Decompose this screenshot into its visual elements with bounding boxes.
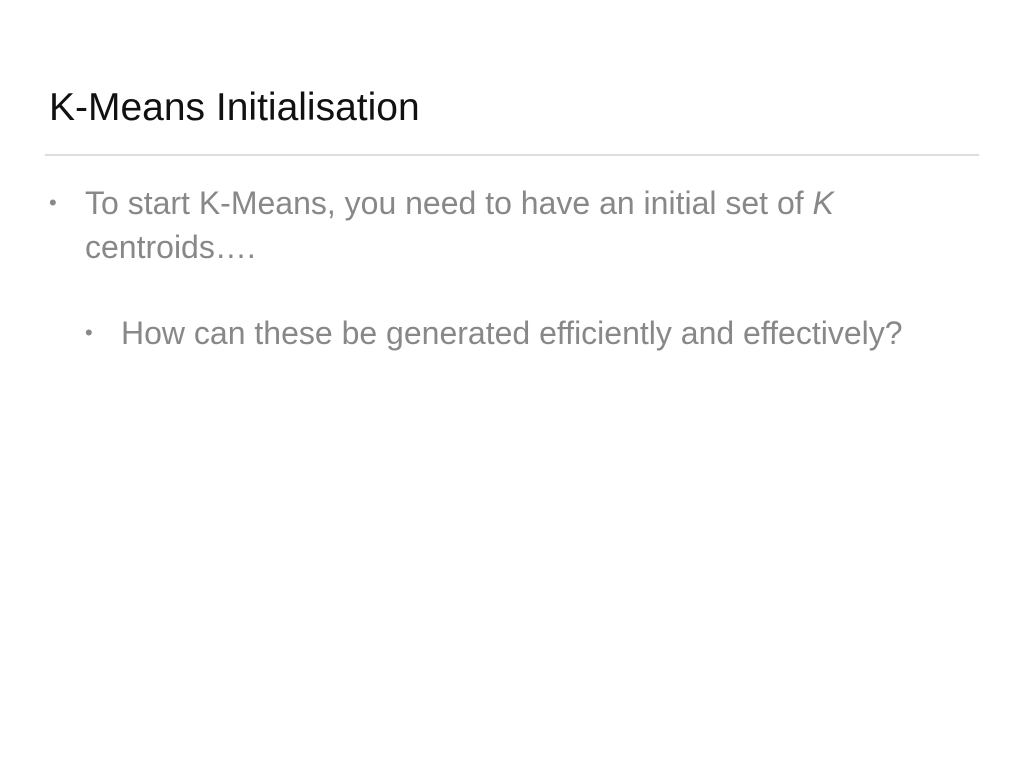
bullet-text-italic-k: K <box>812 185 834 221</box>
sub-bullet-item: • How can these be generated efficiently… <box>85 311 985 355</box>
slide: K-Means Initialisation • To start K-Mean… <box>0 0 1024 768</box>
bullet-text-part: centroids…. <box>85 229 256 265</box>
bullet-item: • To start K-Means, you need to have an … <box>49 181 929 269</box>
bullet-text-part: To start K-Means, you need to have an in… <box>85 185 813 221</box>
sub-bullet-text: How can these be generated efficiently a… <box>121 315 903 351</box>
bullet-dot-icon: • <box>85 320 93 345</box>
title-divider <box>45 154 979 156</box>
slide-title: K-Means Initialisation <box>49 86 420 129</box>
bullet-text: To start K-Means, you need to have an in… <box>85 181 929 269</box>
bullet-dot-icon: • <box>49 190 57 215</box>
